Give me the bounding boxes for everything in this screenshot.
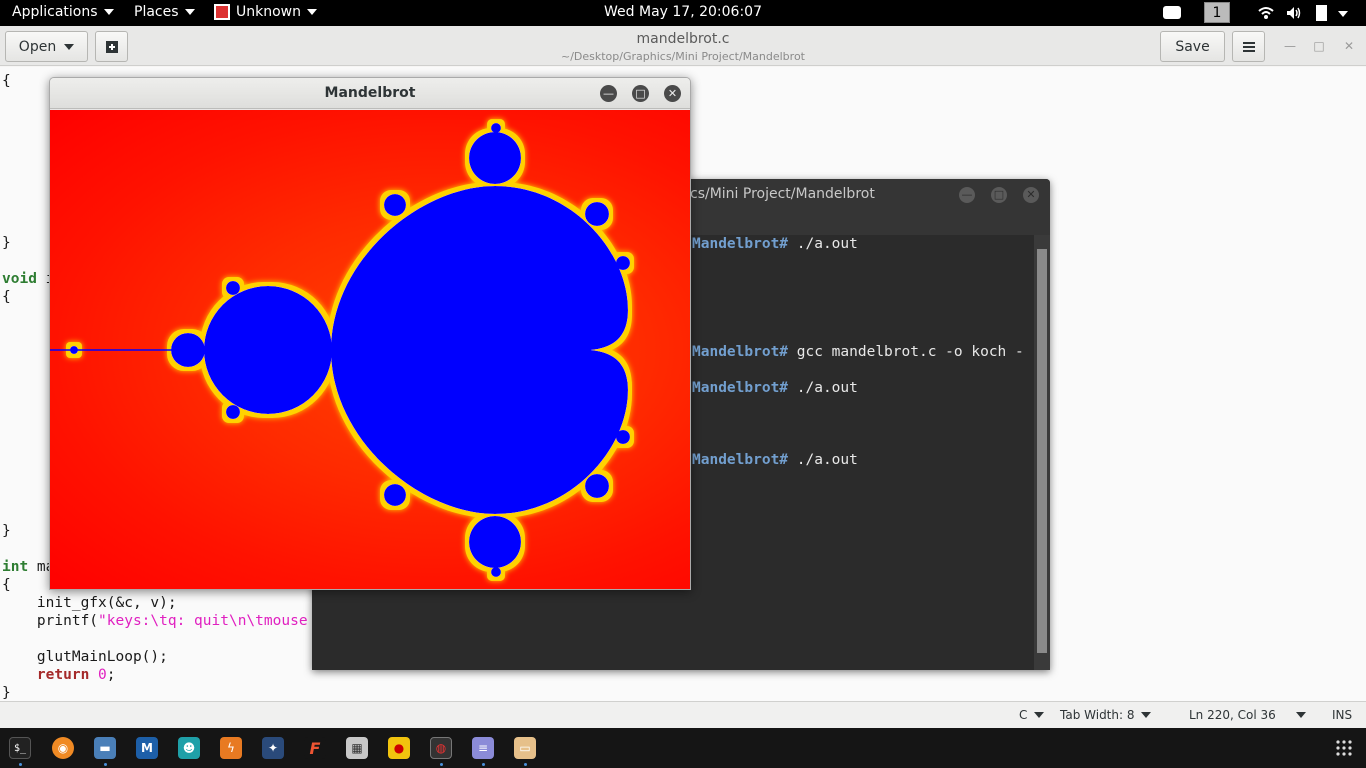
armitage-icon[interactable]: ☻ bbox=[178, 737, 200, 759]
chevron-down-icon bbox=[1296, 712, 1306, 718]
scrollbar-thumb[interactable] bbox=[1037, 249, 1047, 653]
terminal-line: Mandelbrot# gcc mandelbrot.c -o koch - bbox=[692, 344, 1024, 360]
save-button[interactable]: Save bbox=[1160, 31, 1225, 62]
running-indicator bbox=[524, 763, 527, 766]
volume-icon[interactable] bbox=[1286, 5, 1302, 21]
chevron-down-icon bbox=[1034, 712, 1045, 718]
code-line: glutMainLoop(); bbox=[2, 649, 168, 665]
mandelbrot-titlebar[interactable]: Mandelbrot — □ ✕ bbox=[50, 78, 690, 109]
terminal-icon[interactable]: $_ bbox=[9, 737, 31, 759]
terminal-line: Mandelbrot# ./a.out bbox=[692, 380, 858, 396]
terminal-prompt: Mandelbrot# bbox=[692, 236, 789, 252]
window-title: Mandelbrot bbox=[324, 85, 416, 101]
terminal-line: Mandelbrot# ./a.out bbox=[692, 452, 858, 468]
clock[interactable]: Wed May 17, 20:06:07 bbox=[0, 4, 1366, 20]
maximize-icon[interactable]: □ bbox=[632, 85, 649, 102]
workspace-indicator[interactable]: 1 bbox=[1204, 2, 1230, 23]
terminal-command: ./a.out bbox=[788, 380, 858, 396]
tab-width-selector[interactable]: Tab Width: 8 bbox=[1060, 708, 1152, 722]
code-keyword: int bbox=[2, 559, 29, 575]
terminal-command: ./a.out bbox=[788, 236, 858, 252]
minimize-icon[interactable]: — bbox=[1282, 38, 1298, 54]
running-indicator bbox=[19, 763, 22, 766]
code-keyword: void bbox=[2, 271, 37, 287]
running-indicator bbox=[482, 763, 485, 766]
archive-icon[interactable]: ▭ bbox=[514, 737, 536, 759]
terminal-command: gcc mandelbrot.c -o koch - bbox=[788, 344, 1024, 360]
chevron-down-icon[interactable] bbox=[1338, 11, 1348, 17]
camera-icon[interactable] bbox=[1163, 6, 1181, 19]
burpsuite-icon[interactable]: ϟ bbox=[220, 737, 242, 759]
code-line: } bbox=[2, 685, 11, 701]
maltego-icon[interactable]: ✦ bbox=[262, 737, 284, 759]
status-bar: C Tab Width: 8 Ln 220, Col 36 INS bbox=[0, 701, 1366, 728]
wifi-icon[interactable] bbox=[1258, 5, 1274, 21]
code-line: { bbox=[2, 73, 11, 89]
header-bar: Open mandelbrot.c ~/Desktop/Graphics/Min… bbox=[0, 26, 1366, 66]
maximize-icon[interactable]: □ bbox=[991, 187, 1007, 203]
close-icon[interactable]: ✕ bbox=[664, 85, 681, 102]
terminal-line: Mandelbrot# ./a.out bbox=[692, 236, 858, 252]
metasploit-icon[interactable]: M bbox=[136, 737, 158, 759]
code-line: init_gfx(&c, v); bbox=[2, 595, 177, 611]
terminal-prompt: Mandelbrot# bbox=[692, 344, 789, 360]
terminal-scrollbar[interactable] bbox=[1034, 235, 1050, 670]
mandelbrot-canvas[interactable] bbox=[50, 110, 690, 589]
cursor-position: Ln 220, Col 36 bbox=[1189, 708, 1276, 722]
code-line: void i bbox=[2, 271, 54, 287]
firefox-icon[interactable]: ◉ bbox=[52, 737, 74, 759]
maximize-icon[interactable]: □ bbox=[1311, 38, 1327, 54]
language-label: C bbox=[1019, 708, 1028, 722]
code-keyword: return bbox=[36, 667, 90, 683]
terminal-title: cs/Mini Project/Mandelbrot bbox=[690, 186, 875, 202]
code-line: { bbox=[2, 577, 11, 593]
code-text: printf( bbox=[2, 613, 99, 629]
cursor-position-selector[interactable]: Ln 220, Col 36 bbox=[1189, 708, 1306, 722]
leafpad-icon[interactable]: ▦ bbox=[346, 737, 368, 759]
battery-icon[interactable] bbox=[1316, 5, 1327, 21]
top-panel: Applications Places Unknown Wed May 17, … bbox=[0, 0, 1366, 26]
hamburger-menu-icon bbox=[1242, 41, 1255, 52]
language-selector[interactable]: C bbox=[1019, 708, 1045, 722]
faraday-icon[interactable]: F bbox=[304, 737, 326, 759]
code-line: } bbox=[2, 523, 11, 539]
mandelbrot-window[interactable]: Mandelbrot — □ ✕ bbox=[49, 77, 691, 590]
running-indicator bbox=[440, 763, 443, 766]
terminal-prompt: Mandelbrot# bbox=[692, 380, 789, 396]
terminal-command: ./a.out bbox=[788, 452, 858, 468]
cherrytree-icon[interactable]: ● bbox=[388, 737, 410, 759]
minimize-icon[interactable]: — bbox=[600, 85, 617, 102]
code-line: return 0; bbox=[2, 667, 116, 683]
code-line: { bbox=[2, 289, 11, 305]
save-label: Save bbox=[1175, 38, 1210, 55]
close-icon[interactable]: ✕ bbox=[1341, 38, 1357, 54]
taskbar-dock: $_ ◉ ▬ M ☻ ϟ ✦ F ▦ ● ◍ ≡ ▭ bbox=[0, 728, 1366, 768]
menu-button[interactable] bbox=[1232, 31, 1265, 62]
chevron-down-icon bbox=[1141, 712, 1152, 718]
screenshot-icon[interactable]: ◍ bbox=[430, 737, 452, 759]
minimize-icon[interactable]: — bbox=[959, 187, 975, 203]
code-line: } bbox=[2, 235, 11, 251]
insert-mode: INS bbox=[1332, 708, 1353, 722]
code-line: int ma bbox=[2, 559, 54, 575]
terminal-prompt: Mandelbrot# bbox=[692, 452, 789, 468]
running-indicator bbox=[104, 763, 107, 766]
code-text: ; bbox=[106, 667, 116, 683]
show-apps-icon[interactable] bbox=[1336, 740, 1352, 756]
tab-width-label: Tab Width: 8 bbox=[1060, 708, 1135, 722]
close-icon[interactable]: ✕ bbox=[1023, 187, 1039, 203]
notes-icon[interactable]: ≡ bbox=[472, 737, 494, 759]
code-number: 0 bbox=[98, 667, 107, 683]
mandelbrot-fractal bbox=[50, 123, 630, 577]
files-icon[interactable]: ▬ bbox=[94, 737, 116, 759]
